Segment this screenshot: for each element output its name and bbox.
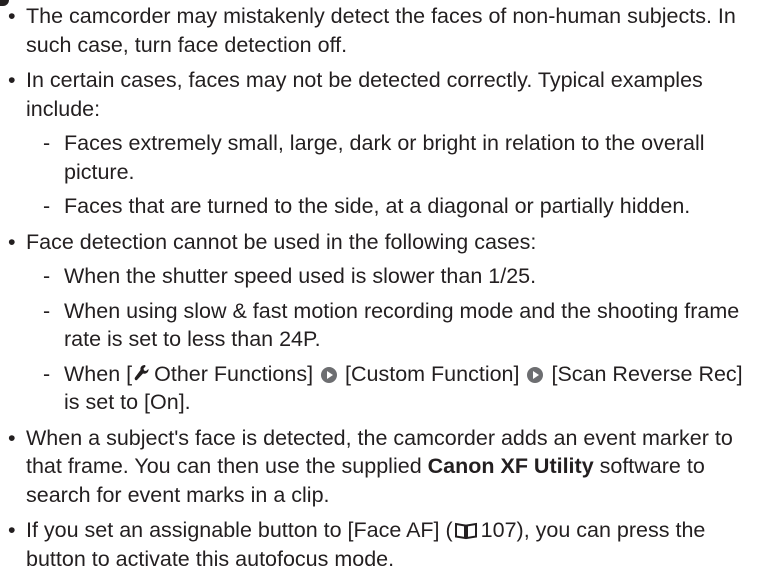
sub-text: When the shutter speed used is slower th…	[64, 264, 537, 288]
sub-text: When using slow & fast motion recording …	[64, 298, 740, 352]
dash: -	[43, 131, 51, 155]
circle-arrow-icon	[321, 366, 338, 383]
sub-item: - When using slow & fast motion recordin…	[26, 297, 761, 354]
dash: -	[43, 361, 51, 386]
sub-item: - When [ Other Functions] [Custom Functio…	[26, 360, 761, 417]
menu-custom-function: [Custom Function]	[345, 361, 520, 386]
list-item: • When a subject's face is detected, the…	[6, 424, 761, 510]
software-name: Canon XF Utility	[427, 454, 594, 478]
sub-item: - Faces that are turned to the side, at …	[26, 192, 761, 221]
dash: -	[43, 194, 51, 218]
page-reference[interactable]: 107	[481, 518, 517, 542]
book-icon	[454, 522, 477, 540]
note-text: In certain cases, faces may not be detec…	[26, 68, 703, 121]
list-item: • In certain cases, faces may not be det…	[6, 66, 761, 221]
bullet: •	[8, 229, 16, 254]
menu-other-functions: Other Functions]	[154, 361, 314, 386]
sub-item: - Faces extremely small, large, dark or …	[26, 129, 761, 186]
list-item: • Face detection cannot be used in the f…	[6, 228, 761, 417]
bullet: •	[8, 68, 16, 92]
note-text: When a subject's face is detected, the c…	[26, 426, 733, 507]
sub-text: When [ Other Functions] [Custom Function]…	[64, 362, 743, 415]
bullet: •	[8, 4, 16, 28]
dash: -	[43, 264, 51, 288]
menu-open-bracket: When [	[64, 361, 133, 386]
note-text: Face detection cannot be used in the fol…	[26, 229, 537, 254]
dash: -	[43, 298, 51, 323]
bullet: •	[8, 425, 16, 450]
note-text: The camcorder may mistakenly detect the …	[26, 4, 736, 57]
list-item: • If you set an assignable button to [Fa…	[6, 516, 761, 573]
bullet: •	[8, 518, 16, 542]
circle-arrow-icon	[527, 366, 544, 383]
notes-list: • The camcorder may mistakenly detect th…	[6, 2, 761, 573]
note-text: If you set an assignable button to [Face…	[26, 518, 705, 571]
list-item: • The camcorder may mistakenly detect th…	[6, 2, 761, 59]
wrench-icon	[134, 364, 149, 380]
note-text-part: If you set an assignable button to [Face…	[26, 518, 453, 542]
sub-text: Faces extremely small, large, dark or br…	[64, 131, 705, 184]
sub-text: Faces that are turned to the side, at a …	[64, 194, 691, 218]
sub-item: - When the shutter speed used is slower …	[26, 262, 761, 291]
